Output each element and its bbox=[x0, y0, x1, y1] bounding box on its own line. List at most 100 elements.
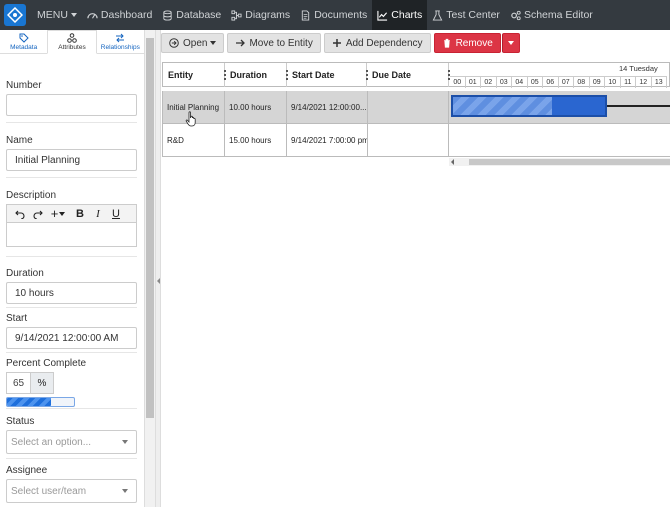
document-icon bbox=[302, 9, 310, 21]
column-header-label: Due Date bbox=[372, 70, 412, 80]
tab-relationships[interactable]: Relationships bbox=[97, 30, 144, 53]
cell-duration: 15.00 hours bbox=[225, 124, 287, 156]
nav-schema-editor[interactable]: Schema Editor bbox=[505, 0, 598, 30]
tab-metadata-label: Metadata bbox=[10, 43, 38, 51]
add-dependency-label: Add Dependency bbox=[345, 37, 423, 49]
nav-test-center-label: Test Center bbox=[446, 9, 500, 21]
nav-test-center[interactable]: Test Center bbox=[427, 0, 505, 30]
chart-icon bbox=[377, 10, 388, 21]
tab-attributes-label: Attributes bbox=[58, 44, 86, 51]
timeline-hour: 02 bbox=[481, 77, 497, 88]
description-editor[interactable] bbox=[6, 222, 137, 247]
cell-duration: 10.00 hours bbox=[225, 91, 287, 123]
timeline-hours: 00 01 02 03 04 05 06 07 08 09 10 11 12 13 bbox=[450, 76, 667, 88]
nav-schema-editor-label: Schema Editor bbox=[523, 9, 593, 21]
assignee-select[interactable]: Select user/team bbox=[6, 479, 137, 503]
open-button[interactable]: Open bbox=[161, 33, 225, 53]
duration-input[interactable]: 10 hours bbox=[6, 282, 137, 304]
nav-charts-label: Charts bbox=[391, 9, 423, 21]
tab-attributes[interactable]: Attributes bbox=[47, 30, 97, 54]
status-placeholder: Select an option... bbox=[11, 436, 92, 448]
remove-dropdown-button[interactable] bbox=[501, 33, 520, 53]
underline-button[interactable]: U bbox=[107, 206, 125, 222]
caret-down-icon bbox=[70, 13, 77, 17]
table-row[interactable]: R&D 15.00 hours 9/14/2021 7:00:00 pm bbox=[162, 124, 670, 157]
nav-database[interactable]: Database bbox=[157, 0, 226, 30]
top-navbar: MENU Dashboard Database Diagrams Documen… bbox=[0, 0, 670, 30]
percent-complete-group: Percent Complete 65 % bbox=[0, 358, 92, 407]
column-header-entity[interactable]: Entity bbox=[163, 63, 226, 87]
bold-button[interactable]: B bbox=[71, 206, 89, 222]
timeline-hour: 05 bbox=[528, 77, 543, 88]
scrollbar-thumb[interactable] bbox=[469, 159, 670, 165]
column-header-start-date[interactable]: Start Date bbox=[287, 63, 368, 87]
scrollbar-thumb[interactable] bbox=[146, 38, 154, 418]
bold-icon: B bbox=[76, 207, 84, 220]
move-to-entity-button[interactable]: Move to Entity bbox=[227, 33, 321, 53]
status-select[interactable]: Select an option... bbox=[6, 430, 137, 454]
scroll-left-icon[interactable] bbox=[451, 159, 454, 165]
plus-icon: + bbox=[50, 206, 59, 221]
percent-unit: % bbox=[30, 372, 54, 394]
panel-scrollbar[interactable] bbox=[145, 30, 155, 507]
collapse-left-icon[interactable] bbox=[157, 278, 160, 284]
redo-button[interactable] bbox=[29, 206, 47, 222]
name-label: Name bbox=[6, 135, 33, 146]
nav-dashboard[interactable]: Dashboard bbox=[82, 0, 157, 30]
duration-group: Duration 10 hours bbox=[0, 268, 143, 304]
redo-icon bbox=[33, 210, 43, 219]
remove-button[interactable]: Remove bbox=[433, 33, 501, 53]
start-input[interactable]: 9/14/2021 12:00:00 AM bbox=[6, 327, 137, 349]
chevron-down-icon bbox=[122, 440, 128, 444]
insert-dropdown-button[interactable]: + bbox=[47, 206, 69, 222]
percent-complete-input[interactable]: 65 bbox=[6, 372, 30, 394]
percent-complete-label: Percent Complete bbox=[6, 358, 87, 369]
flask-icon bbox=[432, 9, 443, 21]
divider bbox=[6, 458, 137, 459]
attributes-icon bbox=[67, 33, 77, 43]
column-header-label: Entity bbox=[168, 70, 194, 80]
nav-diagrams[interactable]: Diagrams bbox=[226, 0, 295, 30]
app-logo[interactable] bbox=[4, 4, 26, 26]
nav-documents-label: Documents bbox=[314, 9, 368, 21]
timeline-hour: 04 bbox=[512, 77, 528, 88]
gantt-task-bar[interactable] bbox=[451, 95, 607, 117]
description-label: Description bbox=[6, 190, 57, 201]
name-input[interactable]: Initial Planning bbox=[6, 149, 137, 171]
nav-charts[interactable]: Charts bbox=[372, 0, 428, 30]
number-input[interactable] bbox=[6, 94, 137, 116]
italic-button[interactable]: I bbox=[89, 206, 107, 222]
gantt-toolbar: Open Move to Entity Add Dependency Remov… bbox=[161, 33, 520, 53]
cell-due-date bbox=[368, 124, 449, 156]
duration-label: Duration bbox=[6, 268, 44, 279]
timeline-scrollbar[interactable] bbox=[449, 158, 670, 166]
arrow-right-icon bbox=[236, 39, 246, 47]
assignee-label: Assignee bbox=[6, 465, 48, 476]
timeline-hour: 13 bbox=[652, 77, 667, 88]
timeline-hour: 07 bbox=[559, 77, 574, 88]
divider bbox=[6, 256, 137, 257]
assignee-placeholder: Select user/team bbox=[11, 485, 87, 497]
undo-button[interactable] bbox=[11, 206, 29, 222]
name-group: Name Initial Planning bbox=[0, 135, 143, 171]
divider bbox=[6, 408, 137, 409]
nav-documents[interactable]: Documents bbox=[295, 0, 372, 30]
gantt-area: Open Move to Entity Add Dependency Remov… bbox=[161, 30, 670, 507]
column-header-due-date[interactable]: Due Date bbox=[367, 63, 450, 87]
column-header-label: Start Date bbox=[292, 70, 335, 80]
timeline-hour: 09 bbox=[590, 77, 605, 88]
properties-tabs: Metadata Attributes Relationships bbox=[0, 30, 144, 54]
timeline-hour: 11 bbox=[621, 77, 636, 88]
timeline-hour: 00 bbox=[450, 77, 466, 88]
chevron-down-icon bbox=[122, 489, 128, 493]
cell-entity: R&D bbox=[163, 124, 225, 156]
column-header-duration[interactable]: Duration bbox=[225, 63, 288, 87]
undo-icon bbox=[15, 210, 25, 219]
tab-metadata[interactable]: Metadata bbox=[0, 30, 47, 53]
main-menu-button[interactable]: MENU bbox=[32, 0, 82, 30]
plus-icon bbox=[332, 39, 341, 47]
italic-icon: I bbox=[96, 207, 100, 220]
add-dependency-button[interactable]: Add Dependency bbox=[323, 33, 431, 53]
table-row[interactable]: Initial Planning 10.00 hours 9/14/2021 1… bbox=[162, 91, 670, 124]
column-header-label: Duration bbox=[230, 70, 267, 80]
